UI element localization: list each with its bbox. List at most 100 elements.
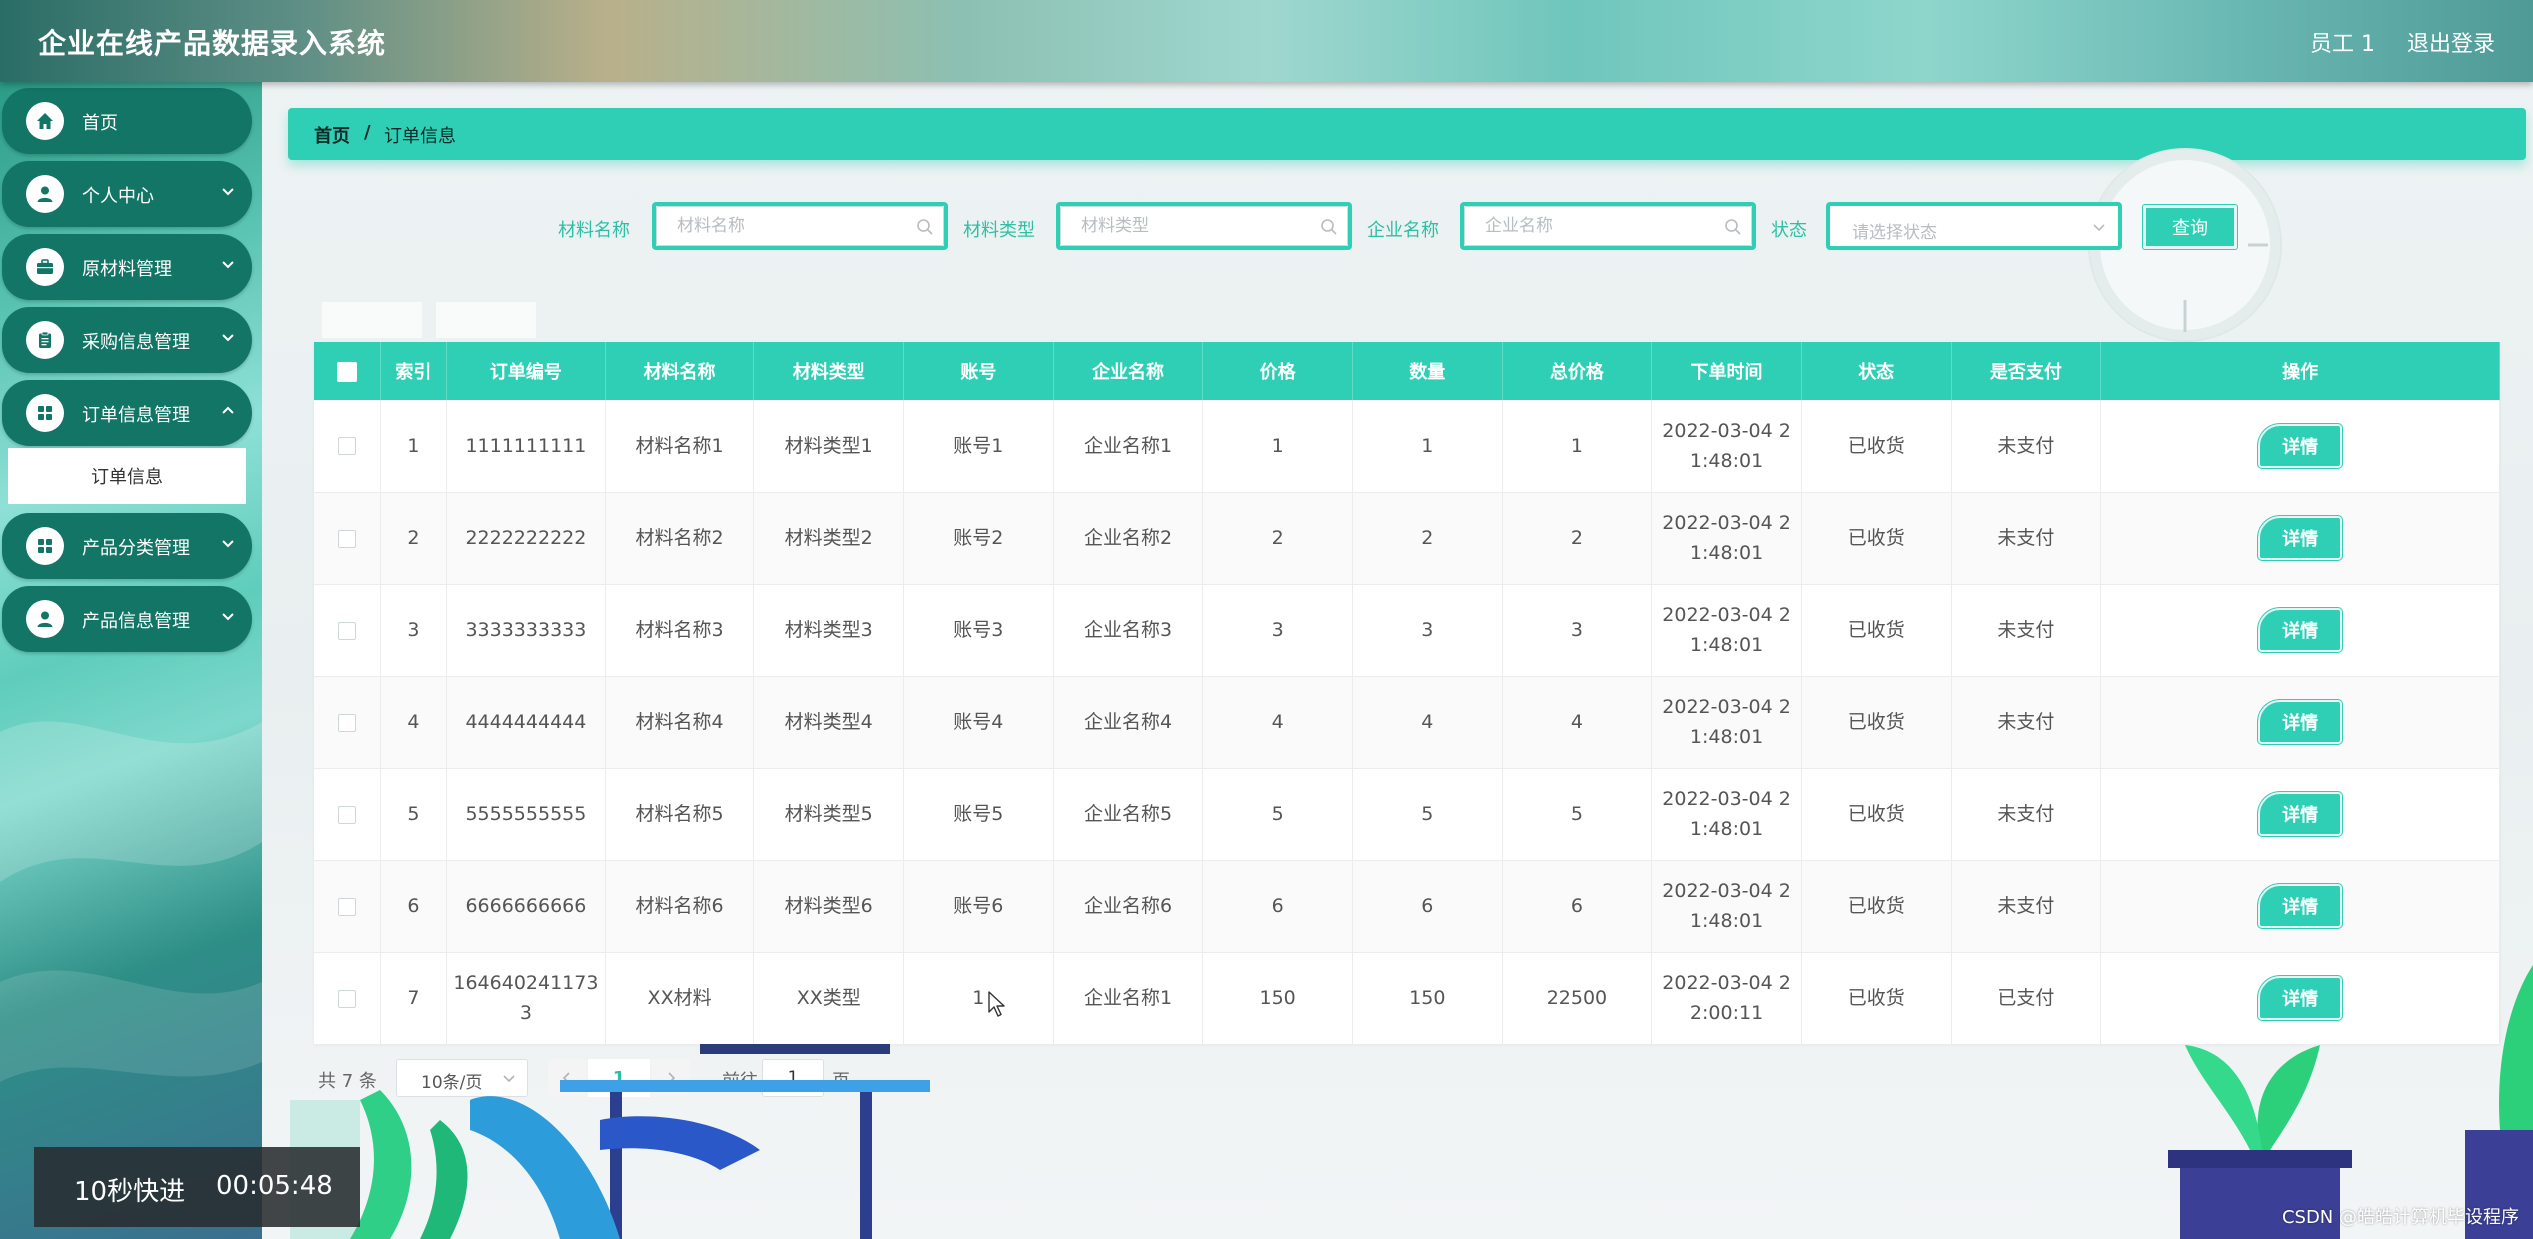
col-header-total: 总价格 [1502, 342, 1653, 400]
cell-index: 3 [380, 584, 448, 677]
table-row: 1 1111111111 材料名称1 材料类型1 账号1 企业名称1 1 1 1… [314, 400, 2500, 493]
cell-status: 已收货 [1801, 952, 1952, 1045]
sidebar-item-personal-center[interactable]: 个人中心 [2, 161, 252, 227]
cell-order-no: 4444444444 [446, 676, 606, 769]
detail-button[interactable]: 详情 [2258, 976, 2343, 1020]
col-header-order-time: 下单时间 [1651, 342, 1802, 400]
page-size-value: 10条/页 [421, 1073, 483, 1093]
detail-button[interactable]: 详情 [2258, 423, 2343, 468]
goto-unit: 页 [832, 1071, 850, 1092]
sidebar-item-home[interactable]: 首页 [2, 88, 252, 154]
cell-index: 5 [380, 768, 448, 861]
next-page-button[interactable] [652, 1059, 690, 1097]
row-checkbox[interactable] [337, 713, 356, 732]
cell-material-name: XX材料 [605, 952, 755, 1045]
cell-price: 2 [1202, 492, 1353, 585]
sidebar-subitem-order-info[interactable]: 订单信息 [8, 448, 246, 504]
video-timestamp: 00:05:48 [216, 1171, 333, 1201]
query-button[interactable]: 查询 [2143, 205, 2237, 249]
cell-account: 账号6 [903, 860, 1054, 953]
chevron-down-icon [503, 1075, 515, 1083]
sidebar-item-raw-materials[interactable]: 原材料管理 [2, 234, 252, 300]
cell-quantity: 1 [1352, 400, 1503, 493]
col-header-order-no: 订单编号 [446, 342, 606, 400]
cell-index: 1 [380, 400, 448, 493]
sidebar-item-orders[interactable]: 订单信息管理 [2, 380, 252, 446]
cell-order-no: 2222222222 [446, 492, 606, 585]
cell-material-name: 材料名称4 [605, 676, 755, 769]
row-checkbox[interactable] [337, 805, 356, 824]
col-header-account: 账号 [903, 342, 1054, 400]
table-row: 2 2222222222 材料名称2 材料类型2 账号2 企业名称2 2 2 2… [314, 492, 2500, 585]
cell-paid: 未支付 [1951, 584, 2102, 677]
cell-material-name: 材料名称6 [605, 860, 755, 953]
page-number-1[interactable]: 1 [588, 1059, 650, 1097]
status-select[interactable]: 请选择状态 [1826, 202, 2122, 250]
cell-company: 企业名称1 [1053, 952, 1204, 1045]
briefcase-icon [26, 248, 64, 286]
page-size-select[interactable]: 10条/页 [396, 1059, 528, 1097]
detail-button[interactable]: 详情 [2258, 608, 2343, 652]
cell-status: 已收货 [1801, 676, 1952, 769]
material-type-input[interactable] [1060, 206, 1348, 246]
breadcrumb-home-link[interactable]: 首页 [314, 122, 350, 148]
pagination-total: 共 7 条 [318, 1071, 377, 1092]
row-checkbox[interactable] [337, 529, 356, 548]
cell-paid: 未支付 [1951, 400, 2102, 493]
row-checkbox[interactable] [337, 621, 356, 640]
row-checkbox[interactable] [337, 989, 356, 1008]
row-checkbox[interactable] [337, 897, 356, 916]
home-icon [26, 102, 64, 140]
cell-price: 150 [1202, 952, 1353, 1045]
sidebar-item-purchase[interactable]: 采购信息管理 [2, 307, 252, 373]
cell-order-no: 3333333333 [446, 584, 606, 677]
search-icon [917, 219, 933, 235]
orders-table: 索引 订单编号 材料名称 材料类型 账号 企业名称 价格 数量 总价格 下单时间… [314, 342, 2500, 1045]
detail-button[interactable]: 详情 [2258, 516, 2343, 560]
select-all-checkbox[interactable] [336, 361, 357, 382]
table-row: 4 4444444444 材料名称4 材料类型4 账号4 企业名称4 4 4 4… [314, 676, 2500, 769]
material-name-input[interactable] [656, 206, 944, 246]
cell-price: 1 [1202, 400, 1353, 493]
cell-quantity: 2 [1352, 492, 1503, 585]
detail-button[interactable]: 详情 [2258, 700, 2343, 744]
cell-status: 已收货 [1801, 768, 1952, 861]
cell-account: 1 [903, 952, 1054, 1045]
cell-order-time: 2022-03-04 21:48:01 [1651, 492, 1802, 585]
cell-material-type: 材料类型4 [753, 676, 905, 769]
cell-status: 已收货 [1801, 584, 1952, 677]
app-title: 企业在线产品数据录入系统 [38, 27, 387, 60]
logout-button[interactable]: 退出登录 [2407, 26, 2495, 58]
sidebar-item-label: 采购信息管理 [82, 332, 190, 353]
cell-price: 4 [1202, 676, 1353, 769]
status-select-placeholder: 请选择状态 [1852, 223, 1937, 243]
breadcrumb-current: 订单信息 [384, 126, 456, 147]
sidebar-item-product-category[interactable]: 产品分类管理 [2, 513, 252, 579]
chevron-down-icon [222, 261, 234, 269]
cell-account: 账号1 [903, 400, 1054, 493]
cell-order-time: 2022-03-04 22:00:11 [1651, 952, 1802, 1045]
cell-price: 6 [1202, 860, 1353, 953]
top-header: 企业在线产品数据录入系统 员工 1 退出登录 [0, 0, 2533, 82]
chevron-down-icon [222, 188, 234, 196]
cell-total: 22500 [1502, 952, 1653, 1045]
cell-order-time: 2022-03-04 21:48:01 [1651, 768, 1802, 861]
company-name-input[interactable] [1464, 206, 1752, 246]
prev-page-button[interactable] [548, 1059, 586, 1097]
current-user[interactable]: 员工 1 [2310, 26, 2375, 58]
goto-page-input[interactable] [762, 1059, 824, 1097]
cell-company: 企业名称5 [1053, 768, 1204, 861]
cell-order-no: 1111111111 [446, 400, 606, 493]
col-header-material-name: 材料名称 [605, 342, 755, 400]
cell-paid: 未支付 [1951, 676, 2102, 769]
table-header-row: 索引 订单编号 材料名称 材料类型 账号 企业名称 价格 数量 总价格 下单时间… [314, 342, 2500, 400]
cell-total: 5 [1502, 768, 1653, 861]
material-name-field-wrap [652, 202, 948, 250]
cell-material-name: 材料名称3 [605, 584, 755, 677]
row-checkbox[interactable] [337, 437, 356, 456]
table-row: 5 5555555555 材料名称5 材料类型5 账号5 企业名称5 5 5 5… [314, 768, 2500, 861]
detail-button[interactable]: 详情 [2258, 792, 2343, 836]
sidebar-item-product-info[interactable]: 产品信息管理 [2, 586, 252, 652]
video-fast-forward-overlay[interactable]: 10秒快进 00:05:48 [34, 1147, 360, 1227]
detail-button[interactable]: 详情 [2258, 884, 2343, 928]
